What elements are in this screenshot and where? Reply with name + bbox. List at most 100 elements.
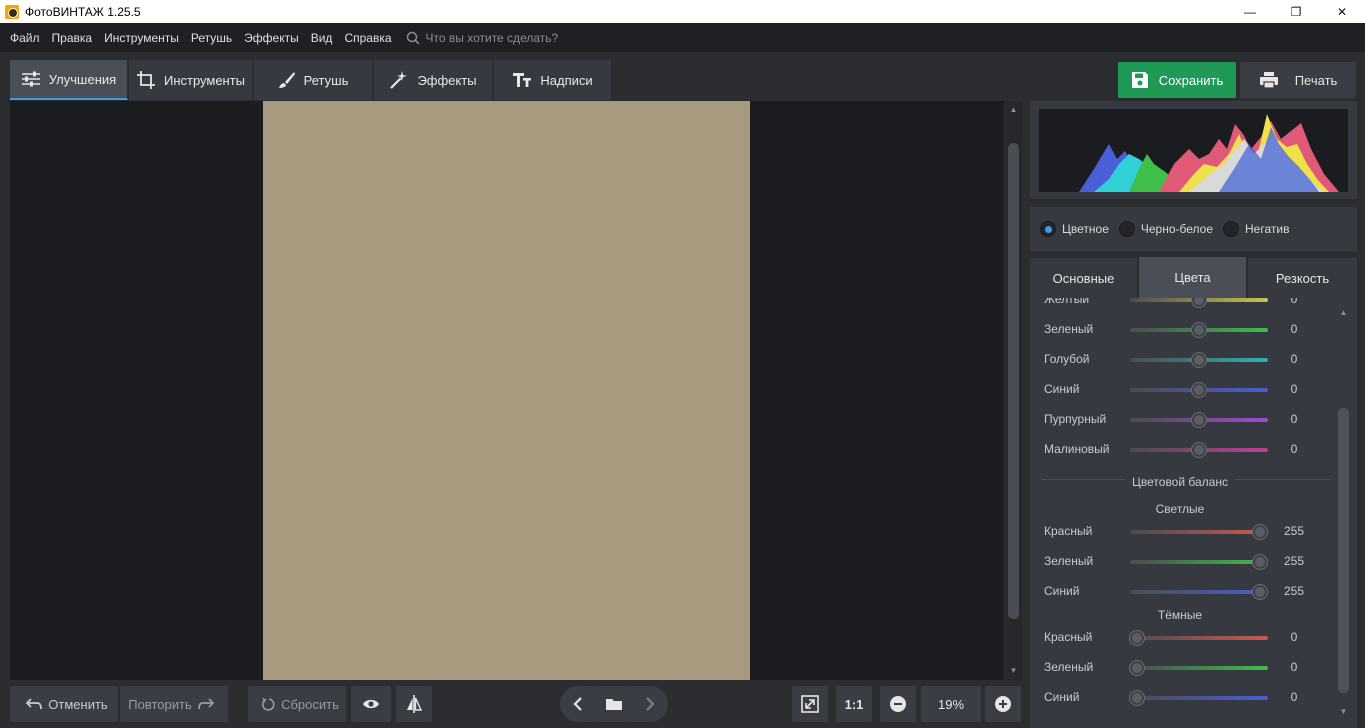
save-label: Сохранить (1158, 72, 1224, 88)
yellow-slider-knob[interactable] (1192, 298, 1206, 307)
bottom-bar: Отменить Повторить Сбросить 1:1 19% (0, 680, 1022, 728)
maximize-button[interactable]: ❐ (1273, 0, 1319, 23)
lights-red-knob[interactable] (1253, 525, 1267, 539)
menu-retouch[interactable]: Ретушь (191, 31, 232, 45)
green-slider-knob[interactable] (1192, 323, 1206, 337)
reset-button[interactable]: Сбросить (248, 686, 346, 722)
menu-file[interactable]: Файл (10, 31, 40, 45)
tab-basic[interactable]: Основные (1030, 258, 1137, 298)
darks-green-knob[interactable] (1130, 661, 1144, 675)
canvas-scroll-thumb[interactable] (1008, 143, 1019, 619)
actual-size-button[interactable]: 1:1 (836, 686, 872, 722)
zoom-in-button[interactable] (985, 686, 1021, 722)
compare-icon (407, 695, 422, 713)
magenta-slider-knob[interactable] (1192, 443, 1206, 457)
close-button[interactable]: ✕ (1319, 0, 1365, 23)
folder-icon (606, 699, 622, 710)
color-balance-title: Цветовой баланс (1125, 475, 1235, 489)
redo-label: Повторить (128, 696, 192, 712)
compare-button[interactable] (396, 686, 432, 722)
darks-red-knob[interactable] (1130, 631, 1144, 645)
darks-blue-knob[interactable] (1130, 691, 1144, 705)
lights-blue-track[interactable] (1130, 590, 1268, 594)
canvas-scrollbar[interactable]: ▲ ▼ (1005, 101, 1022, 680)
panel-scrollbar[interactable]: ▲ ▼ (1336, 300, 1351, 725)
menu-effects[interactable]: Эффекты (244, 31, 299, 45)
adjustments-panel: Цветное Черно-белое Негатив Основные Цве… (1022, 101, 1365, 728)
menu-tools[interactable]: Инструменты (104, 31, 179, 45)
tab-enhance-label: Улучшения (48, 71, 117, 87)
tab-effects[interactable]: Эффекты (374, 60, 493, 100)
color-mode-selector: Цветное Черно-белое Негатив (1030, 207, 1357, 251)
reset-label: Сбросить (281, 696, 339, 712)
zoom-out-button[interactable] (880, 686, 916, 722)
cyan-slider-knob[interactable] (1192, 353, 1206, 367)
chevron-left-icon (573, 697, 582, 711)
next-photo-button[interactable] (632, 686, 668, 722)
search-icon (406, 31, 420, 45)
open-folder-button[interactable] (596, 686, 632, 722)
fit-screen-icon (801, 695, 819, 713)
fit-screen-button[interactable] (792, 686, 828, 722)
lights-green-knob[interactable] (1253, 555, 1267, 569)
text-icon (513, 73, 532, 87)
panel-scroll-thumb[interactable] (1338, 408, 1349, 693)
undo-button[interactable]: Отменить (10, 686, 118, 722)
lights-blue-knob[interactable] (1253, 585, 1267, 599)
minimize-button[interactable]: — (1227, 0, 1273, 23)
tab-text[interactable]: Надписи (494, 60, 612, 100)
sliders-icon (21, 71, 40, 87)
menu-help[interactable]: Справка (344, 31, 391, 45)
panel-scroll-up-icon[interactable]: ▲ (1336, 306, 1351, 320)
preview-button[interactable] (351, 686, 391, 722)
window-controls: — ❐ ✕ (1227, 0, 1365, 23)
slider-row-lights-green: Зеленый 255 (1044, 554, 1305, 569)
scroll-down-icon[interactable]: ▼ (1005, 664, 1022, 678)
mode-negative-radio[interactable]: Негатив (1223, 221, 1289, 237)
panel-tabs: Основные Цвета Резкость (1030, 257, 1357, 298)
tab-retouch-label: Ретушь (303, 72, 349, 88)
menu-search[interactable]: Что вы хотите сделать? (406, 31, 558, 45)
darks-red-track[interactable] (1130, 636, 1268, 640)
lights-title: Светлые (1155, 502, 1205, 516)
darks-blue-track[interactable] (1130, 696, 1268, 700)
slider-row-cyan: Голубой 0 (1044, 352, 1298, 367)
undo-icon (26, 698, 43, 710)
tab-sharpness[interactable]: Резкость (1248, 258, 1357, 298)
undo-label: Отменить (48, 696, 108, 712)
menu-edit[interactable]: Правка (52, 31, 93, 45)
tab-retouch[interactable]: Ретушь (254, 60, 373, 100)
slider-row-darks-green: Зеленый 0 (1044, 660, 1298, 675)
slider-row-blue: Синий 0 (1044, 382, 1298, 397)
prev-photo-button[interactable] (560, 686, 596, 722)
lights-green-track[interactable] (1130, 560, 1268, 564)
zoom-level[interactable]: 19% (921, 686, 981, 722)
darks-green-track[interactable] (1130, 666, 1268, 670)
printer-icon (1259, 72, 1278, 89)
crop-icon (136, 71, 155, 89)
redo-icon (197, 698, 214, 710)
lights-red-track[interactable] (1130, 530, 1268, 534)
blue-slider-knob[interactable] (1192, 383, 1206, 397)
tab-tools[interactable]: Инструменты (129, 60, 253, 100)
redo-button[interactable]: Повторить (120, 686, 228, 722)
mode-color-radio[interactable]: Цветное (1040, 221, 1109, 237)
histogram-graph (1079, 114, 1339, 192)
mode-bw-radio[interactable]: Черно-белое (1118, 221, 1213, 237)
histogram (1030, 101, 1357, 199)
photo-preview[interactable] (263, 101, 750, 680)
title-bar: ФотоВИНТАЖ 1.25.5 — ❐ ✕ (0, 0, 1365, 23)
panel-scroll-down-icon[interactable]: ▼ (1336, 705, 1351, 719)
slider-row-lights-red: Красный 255 (1044, 524, 1305, 539)
minus-circle-icon (890, 696, 906, 712)
magic-wand-icon (390, 71, 408, 89)
print-button[interactable]: Печать (1240, 62, 1356, 98)
menu-view[interactable]: Вид (311, 31, 333, 45)
tab-enhance[interactable]: Улучшения (10, 60, 128, 100)
tab-colors[interactable]: Цвета (1139, 257, 1246, 298)
save-button[interactable]: Сохранить (1118, 62, 1236, 98)
purple-slider-knob[interactable] (1192, 413, 1206, 427)
image-canvas[interactable] (10, 101, 1004, 680)
scroll-up-icon[interactable]: ▲ (1005, 103, 1022, 117)
print-label: Печать (1294, 72, 1338, 88)
